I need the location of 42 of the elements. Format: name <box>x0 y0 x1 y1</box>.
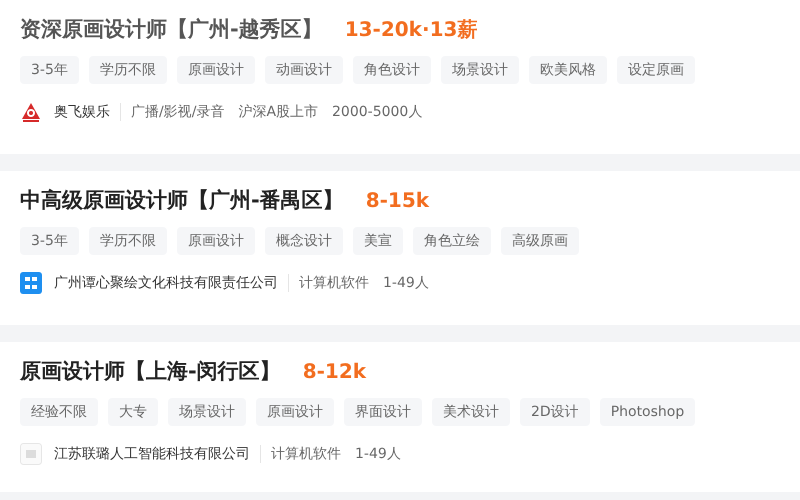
skill-tag: 经验不限 <box>20 398 98 426</box>
skill-tag: 欧美风格 <box>528 56 607 84</box>
skill-tag: 学历不限 <box>88 56 167 84</box>
skill-tag: 角色立绘 <box>412 227 491 255</box>
skill-tag: 3-5年 <box>20 227 79 255</box>
skill-tag: 学历不限 <box>88 227 167 255</box>
company-info: 广播/影视/录音 <box>131 103 224 121</box>
skill-tag: 概念设计 <box>264 227 343 255</box>
skill-tag: 原画设计 <box>176 227 255 255</box>
company-logo-icon <box>20 272 42 294</box>
company-info: 计算机软件 <box>271 445 341 463</box>
skill-tag: 原画设计 <box>256 398 334 426</box>
company-name[interactable]: 奥飞娱乐 <box>54 103 121 121</box>
company-info: 1-49人 <box>383 274 429 292</box>
job-title[interactable]: 原画设计师【上海-闵行区】 <box>20 357 281 385</box>
company-info: 沪深A股上市 <box>238 103 318 121</box>
salary: 13-20k·13薪 <box>344 16 478 42</box>
company-logo-icon <box>20 101 42 123</box>
job-title[interactable]: 中高级原画设计师【广州-番禺区】 <box>20 186 344 214</box>
salary: 8-15k <box>366 188 430 212</box>
company-info: 1-49人 <box>355 445 401 463</box>
company-name[interactable]: 广州谭心聚绘文化科技有限责任公司 <box>54 274 289 292</box>
skill-tag: 原画设计 <box>176 56 255 84</box>
company-name[interactable]: 江苏联璐人工智能科技有限公司 <box>54 445 261 463</box>
skill-tag: 界面设计 <box>344 398 422 426</box>
skill-tag: 美术设计 <box>432 398 510 426</box>
company-info: 2000-5000人 <box>332 103 422 121</box>
skill-tag: 场景设计 <box>440 56 519 84</box>
skill-tag: 3-5年 <box>20 56 79 84</box>
company-logo-icon <box>20 443 42 465</box>
skill-tag: 高级原画 <box>500 227 579 255</box>
skill-tag: 设定原画 <box>616 56 695 84</box>
skill-tag: 角色设计 <box>352 56 431 84</box>
skill-tag: 大专 <box>108 398 158 426</box>
salary: 8-12k <box>302 359 366 383</box>
skill-tag: 动画设计 <box>264 56 343 84</box>
job-title[interactable]: 资深原画设计师【广州-越秀区】 <box>20 15 323 43</box>
skill-tag: 场景设计 <box>168 398 246 426</box>
skill-tag: 2D设计 <box>520 398 590 426</box>
skill-tag: Photoshop <box>600 398 696 426</box>
skill-tag: 美宣 <box>352 227 403 255</box>
company-info: 计算机软件 <box>299 274 369 292</box>
